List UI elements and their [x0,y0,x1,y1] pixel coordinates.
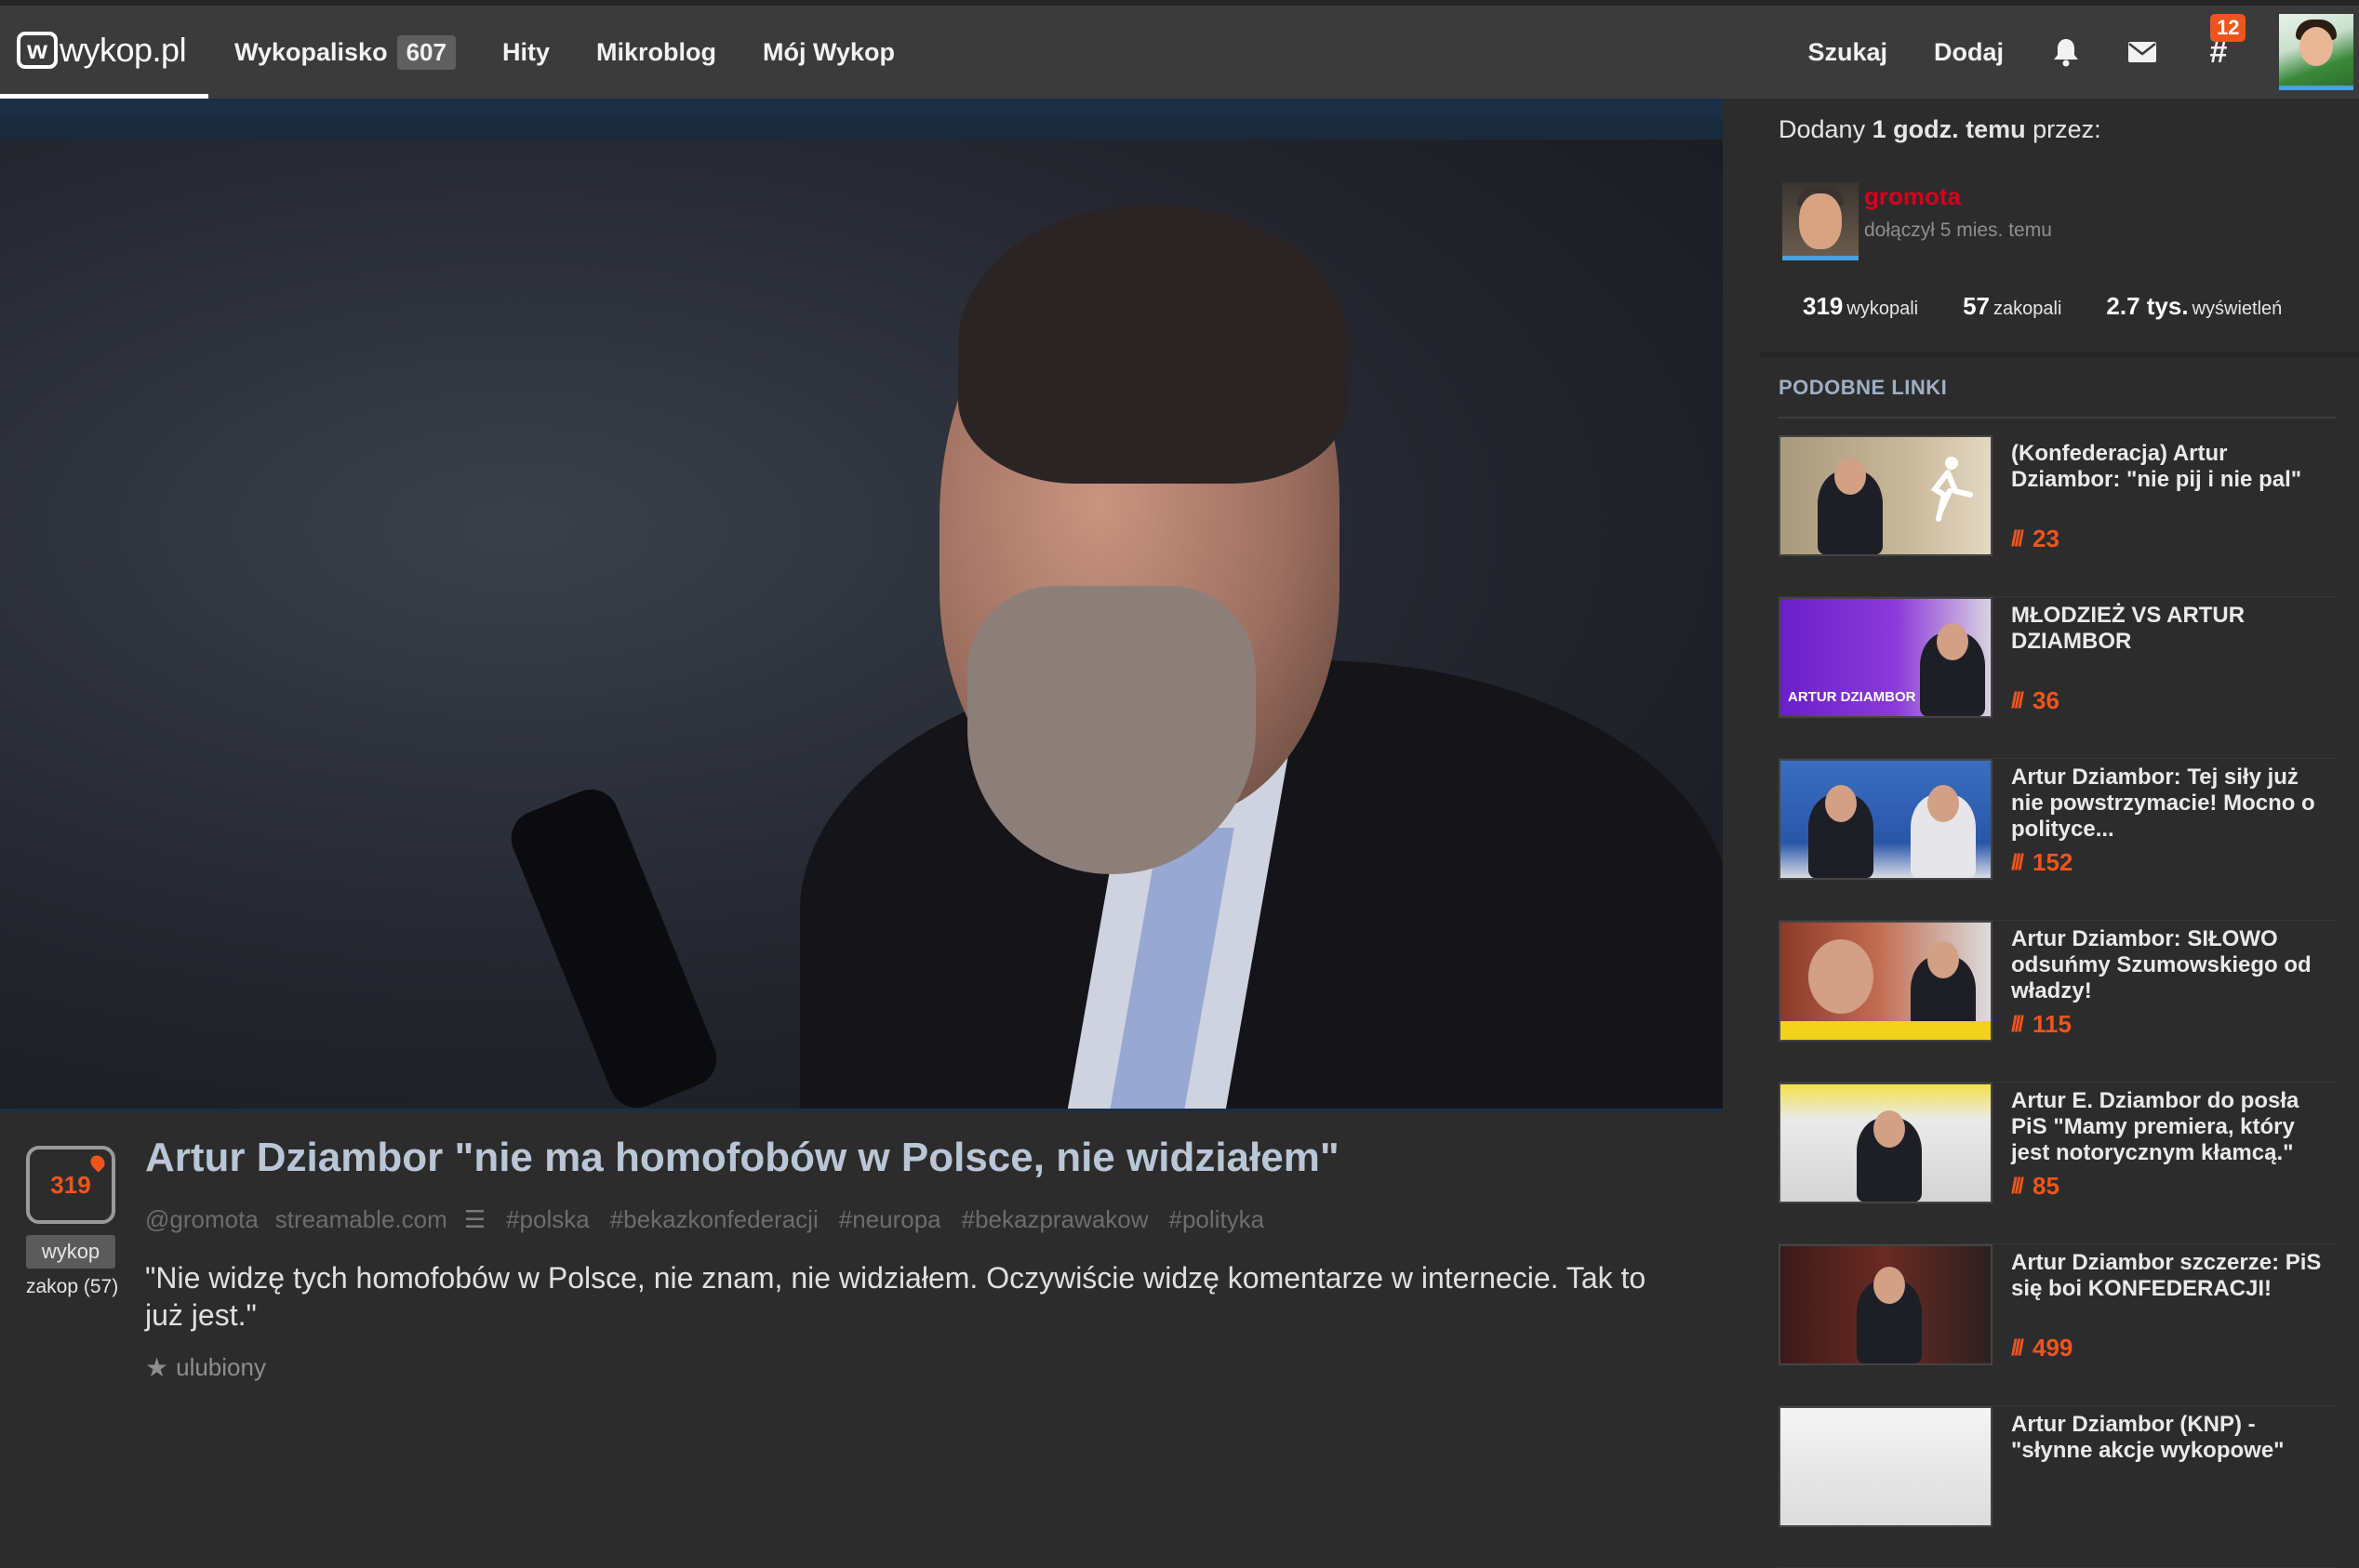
author-name[interactable]: gromota [1864,182,1961,211]
similar-link-title[interactable]: Artur Dziambor szczerze: PiS się boi KON… [2011,1250,2337,1302]
similar-link-item[interactable]: (Konfederacja) Artur Dziambor: "nie pij … [1779,435,2337,597]
author-joined: dołączył 5 mies. temu [1864,219,2052,241]
hashtag-icon[interactable]: # 12 [2203,14,2246,70]
added-time: 1 godz. temu [1872,115,2026,143]
tag[interactable]: #neuropa [839,1205,941,1234]
similar-link-thumbnail[interactable] [1779,435,1992,556]
video-player[interactable] [0,99,1723,1133]
similar-link-title[interactable]: Artur Dziambor: SIŁOWO odsuńmy Szumowski… [2011,926,2337,1004]
search-link[interactable]: Szukaj [1807,38,1887,67]
runner-icon [1930,457,1973,522]
author-handle[interactable]: @gromota [145,1205,259,1234]
nav-count-badge: 607 [396,34,456,70]
similar-link-thumbnail[interactable] [1779,921,1992,1042]
link-details: 319 wykop zakop (57) Artur Dziambor "nie… [0,1112,1723,1453]
link-description: "Nie widzę tych homofobów w Polsce, nie … [145,1261,1646,1332]
similar-link-title[interactable]: Artur E. Dziambor do posła PiS "Mamy pre… [2011,1088,2337,1166]
similar-link-item[interactable]: Artur E. Dziambor do posła PiS "Mamy pre… [1779,1083,2337,1244]
add-link[interactable]: Dodaj [1934,38,2004,67]
tag[interactable]: #bekazkonfederacji [610,1205,819,1234]
top-navigation-bar: w wykop.pl Wykopalisko 607 Hity Mikroblo… [0,0,2359,99]
thumbnail-caption: ARTUR DZIAMBOR [1788,689,1916,705]
divider [1760,352,2359,357]
similar-link-score: ///23 [2011,525,2059,552]
similar-link-title[interactable]: (Konfederacja) Artur Dziambor: "nie pij … [2011,441,2337,493]
star-icon: ★ [145,1353,169,1382]
stat-wykopali: 319 wykopali [1803,292,1919,320]
vote-counter: 319 [26,1146,115,1224]
added-suffix: przez: [2032,115,2101,143]
similar-link-item[interactable]: Artur Dziambor szczerze: PiS się boi KON… [1779,1244,2337,1406]
digs-icon: /// [2011,525,2024,551]
link-title[interactable]: Artur Dziambor "nie ma homofobów w Polsc… [145,1135,1339,1181]
similar-link-title[interactable]: Artur Dziambor: Tej siły już nie powstrz… [2011,764,2337,843]
favorite-button[interactable]: ★ ulubiony [145,1352,266,1383]
digs-icon: /// [2011,1011,2024,1037]
sidebar: Dodany 1 godz. temu przez: gromota dołąc… [1760,99,2359,1568]
similar-link-thumbnail[interactable]: ARTUR DZIAMBOR [1779,597,1992,718]
tag-list-icon: ☰ [463,1205,486,1233]
user-avatar[interactable] [2279,14,2353,90]
similar-link-thumbnail[interactable] [1779,1406,1992,1527]
similar-link-score: ///152 [2011,848,2073,876]
author-avatar[interactable] [1782,182,1859,260]
link-stats: 319 wykopali 57 zakopali 2.7 tys. wyświetle… [1803,292,2282,321]
similar-links-list: (Konfederacja) Artur Dziambor: "nie pij … [1779,435,2337,1568]
mail-icon[interactable] [2126,36,2158,68]
similar-link-score: ///115 [2011,1010,2072,1038]
tag-list: #polska #bekazkonfederacji #neuropa #bek… [506,1205,1264,1234]
main-nav: Wykopalisko 607 Hity Mikroblog Mój Wykop [234,6,895,99]
similar-link-thumbnail[interactable] [1779,759,1992,880]
site-logo[interactable]: w wykop.pl [0,6,208,99]
source-domain[interactable]: streamable.com [275,1205,447,1234]
similar-link-title[interactable]: MŁODZIEŻ VS ARTUR DZIAMBOR [2011,603,2337,655]
logo-text: wykop.pl [60,30,187,69]
similar-link-title[interactable]: Artur Dziambor (KNP) - "słynne akcje wyk… [2011,1412,2337,1464]
bury-link[interactable]: zakop (57) [26,1276,118,1298]
digs-icon: /// [2011,849,2024,875]
nav-mikroblog[interactable]: Mikroblog [596,38,716,67]
similar-link-score: ///499 [2011,1334,2073,1362]
bell-icon[interactable] [2050,36,2082,68]
vote-count: 319 [50,1170,91,1199]
digs-icon: /// [2011,1335,2024,1361]
logo-mark-icon: w [17,31,58,69]
notification-badge: 12 [2210,14,2246,42]
similar-link-score: ///36 [2011,686,2059,714]
link-meta: @gromota streamable.com ☰ #polska #bekaz… [145,1205,1264,1234]
similar-link-item[interactable]: Artur Dziambor: Tej siły już nie powstrz… [1779,759,2337,921]
tag[interactable]: #bekazprawakow [962,1205,1149,1234]
stat-views: 2.7 tys. wyświetleń [2106,292,2283,320]
flame-icon [87,1152,108,1173]
wykop-button[interactable]: wykop [26,1235,115,1269]
similar-link-thumbnail[interactable] [1779,1083,1992,1203]
added-prefix: Dodany [1779,115,1866,143]
tag[interactable]: #polityka [1169,1205,1265,1234]
nav-moj-wykop[interactable]: Mój Wykop [763,38,895,67]
right-nav: Szukaj Dodaj # 12 [1807,6,2359,99]
divider [1779,417,2337,419]
similar-link-score: ///85 [2011,1172,2059,1200]
video-frame[interactable] [0,140,1723,1109]
similar-link-item[interactable]: ARTUR DZIAMBOR MŁODZIEŻ VS ARTUR DZIAMBO… [1779,597,2337,759]
tag[interactable]: #polska [506,1205,590,1234]
favorite-label: ulubiony [176,1353,266,1381]
added-info: Dodany 1 godz. temu przez: [1779,115,2101,144]
digs-icon: /// [2011,1173,2024,1199]
nav-wykopalisko[interactable]: Wykopalisko 607 [234,34,456,70]
nav-label: Wykopalisko [234,37,388,66]
digs-icon: /// [2011,687,2024,713]
similar-links-heading: PODOBNE LINKI [1779,376,1948,399]
similar-link-item[interactable]: Artur Dziambor: SIŁOWO odsuńmy Szumowski… [1779,921,2337,1083]
similar-link-thumbnail[interactable] [1779,1244,1992,1365]
stat-zakopali: 57 zakopali [1963,292,2062,320]
similar-link-item[interactable]: Artur Dziambor (KNP) - "słynne akcje wyk… [1779,1406,2337,1568]
nav-hity[interactable]: Hity [502,38,550,67]
